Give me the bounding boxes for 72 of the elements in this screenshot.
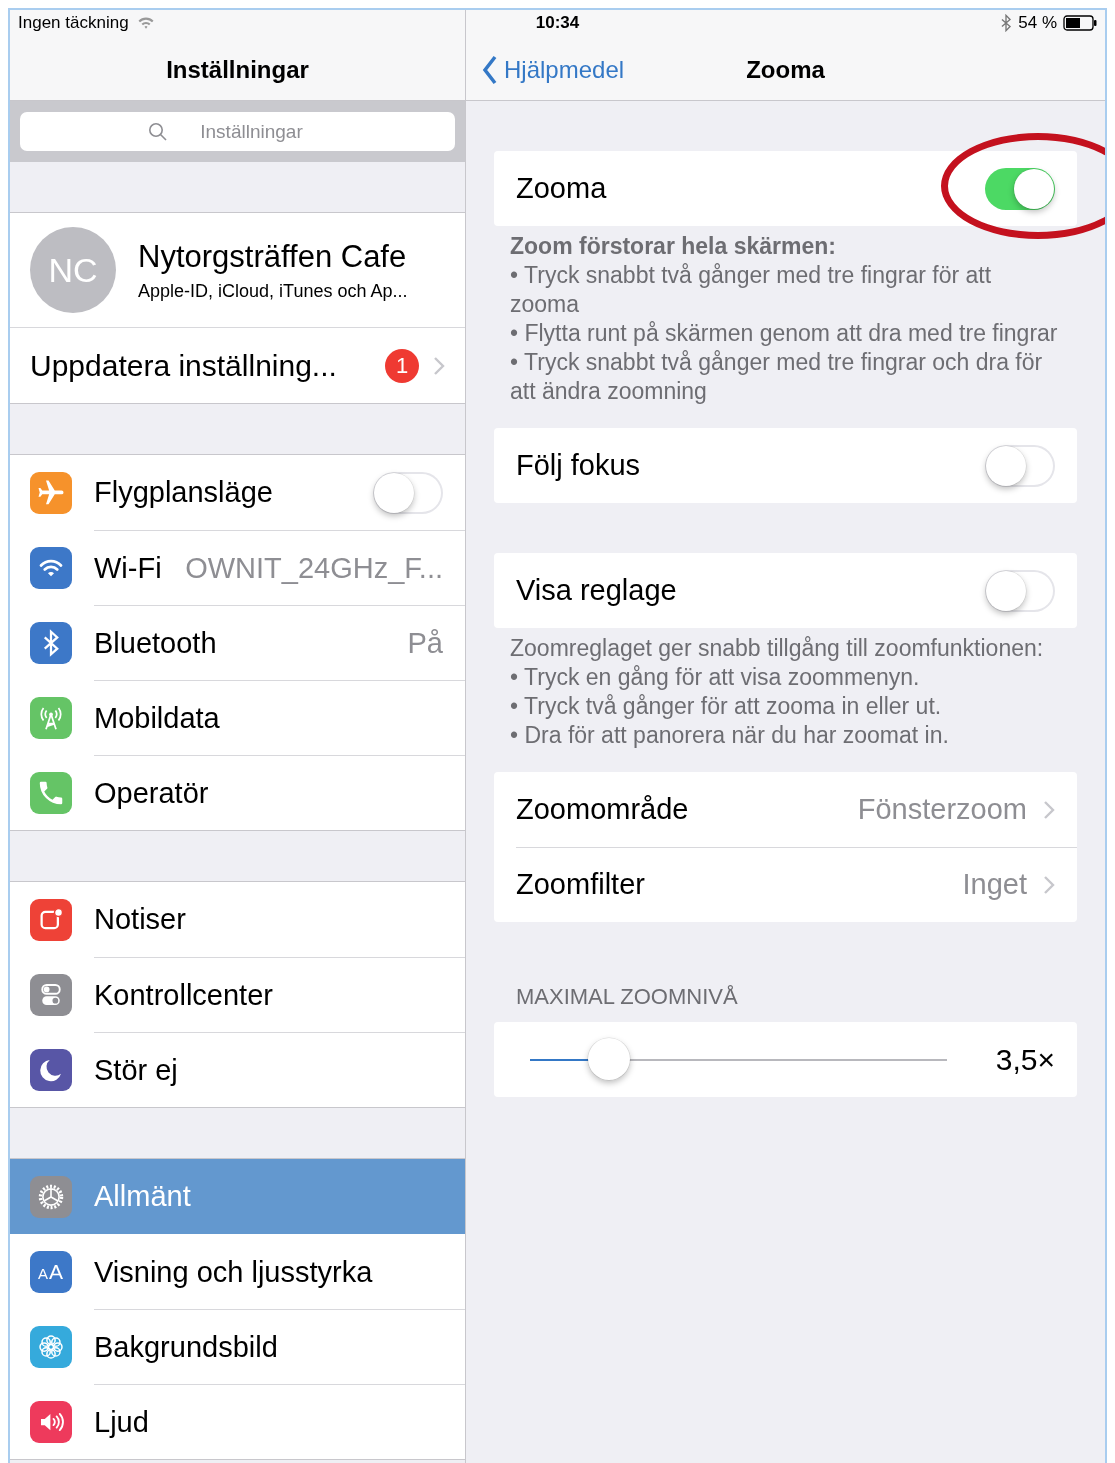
sidebar-item[interactable]: Mobildata: [10, 680, 465, 755]
toggle-switch[interactable]: [985, 569, 1055, 612]
profile-row[interactable]: NC Nytorgsträffen Cafe Apple-ID, iCloud, iTunes och Ap...: [10, 213, 465, 328]
toggle-switch[interactable]: [985, 444, 1055, 487]
battery-icon: [1063, 15, 1097, 31]
slider-thumb[interactable]: [588, 1037, 631, 1080]
text-size-icon: AA: [30, 1250, 72, 1293]
setting-value: OWNIT_24GHz_F...: [185, 551, 443, 585]
notification-badge: 1: [385, 348, 419, 383]
battery-percentage: 54 %: [1018, 13, 1057, 33]
search-icon: [147, 122, 168, 142]
setting-value: På: [407, 626, 443, 660]
sidebar-title: Inställningar: [166, 56, 309, 84]
zoom-level-reading: 3,5×: [995, 1042, 1055, 1077]
sidebar-item[interactable]: Bluetooth På: [10, 605, 465, 680]
sidebar-item[interactable]: Flygplansläge: [10, 455, 465, 530]
footer-text: • Tryck snabbt två gånger med tre fingrar och dra för att ändra zoomning: [510, 348, 1044, 406]
sidebar-item[interactable]: Notiser: [10, 882, 465, 957]
setting-label: Följ fokus: [516, 449, 641, 482]
sidebar-item[interactable]: Ljud: [10, 1384, 465, 1459]
bluetooth-icon: [1000, 14, 1013, 32]
sidebar-item[interactable]: Stör ej: [10, 1032, 465, 1107]
notification-app-icon: [30, 898, 72, 941]
setting-row[interactable]: Zoomfilter Inget: [494, 847, 1077, 922]
update-settings-label: Uppdatera inställning...: [30, 348, 338, 383]
toggle-switch[interactable]: [985, 167, 1055, 210]
sidebar-item[interactable]: Operatör: [10, 755, 465, 830]
setting-label: Zoomfilter: [516, 868, 645, 901]
speaker-app-icon: [30, 1400, 72, 1443]
footer-text: • Tryck snabbt två gånger med tre fingrar för att zooma: [510, 261, 993, 319]
section-header: MAXIMAL ZOOMNIVÅ: [515, 983, 739, 1011]
gear-app-icon: [30, 1175, 72, 1218]
update-settings-row[interactable]: Uppdatera inställning... 1: [10, 328, 465, 403]
footer-text: • Flytta runt på skärmen genom att dra med tre fingrar: [510, 319, 1059, 348]
setting-row[interactable]: Zoomområde Fönsterzoom: [494, 772, 1077, 847]
bluetooth-app-icon: [30, 621, 72, 664]
setting-label: Zooma: [516, 172, 607, 205]
wifi-app-icon: [30, 546, 72, 589]
flower-app-icon: [30, 1325, 72, 1368]
footer-heading: Zoom förstorar hela skärmen:: [510, 232, 837, 261]
toggle-switch[interactable]: [373, 471, 443, 514]
setting-value: Inget: [962, 868, 1027, 901]
phone-app-icon: [30, 771, 72, 814]
footer-text: • Tryck två gånger för att zooma in eller ut.: [510, 692, 943, 721]
moon-app-icon: [30, 1048, 72, 1091]
chevron-icon: [433, 355, 445, 376]
switches-app-icon: [30, 973, 72, 1016]
back-button[interactable]: Hjälpmedel: [482, 55, 625, 85]
clock-time: 10:34: [535, 13, 580, 33]
airplane-app-icon: [30, 471, 72, 514]
wifi-signal-icon: [136, 16, 155, 30]
setting-label: Visa reglage: [516, 574, 677, 607]
antenna-app-icon: [30, 696, 72, 739]
sidebar-item[interactable]: Kontrollcenter: [10, 957, 465, 1032]
chevron-icon: [482, 55, 498, 85]
avatar-circle: NC: [30, 227, 116, 313]
sidebar-item[interactable]: Bakgrundsbild: [10, 1309, 465, 1384]
footer-text: • Tryck en gång för att visa zoommenyn.: [510, 663, 921, 692]
chevron-icon: [1043, 799, 1055, 820]
sidebar-item[interactable]: AA Visning och ljusstyrka: [10, 1234, 465, 1309]
search-field[interactable]: Inställningar: [20, 112, 455, 151]
profile-subtitle: Apple-ID, iCloud, iTunes och Ap...: [138, 280, 408, 302]
setting-label: Zoomområde: [516, 793, 689, 826]
zoom-slider[interactable]: [530, 1037, 947, 1082]
footer-text: • Dra för att panorera när du har zoomat in.: [510, 721, 950, 750]
page-title: Zooma: [746, 56, 825, 84]
profile-name: Nytorgsträffen Cafe: [138, 238, 408, 275]
footer-text: Zoomreglaget ger snabb tillgång till zoomfunktionen:: [510, 634, 1045, 663]
carrier-text: Ingen täckning: [18, 13, 129, 33]
setting-value: Fönsterzoom: [857, 793, 1027, 826]
sidebar-item[interactable]: Wi-Fi OWNIT_24GHz_F...: [10, 530, 465, 605]
chevron-icon: [1043, 874, 1055, 895]
